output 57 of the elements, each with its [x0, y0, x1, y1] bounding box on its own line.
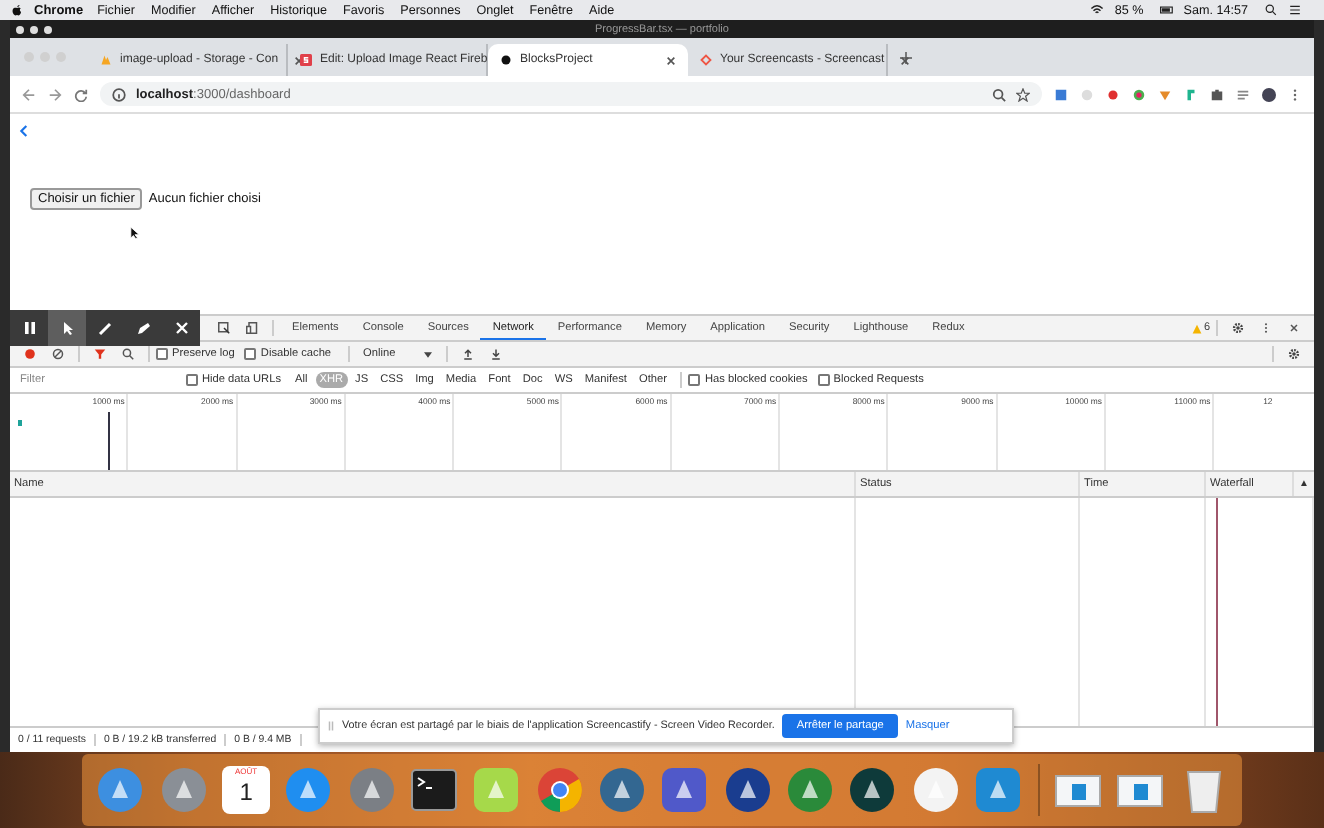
close-icon[interactable]: [900, 55, 911, 65]
search-icon[interactable]: [122, 348, 134, 360]
close-icon[interactable]: [1288, 322, 1300, 334]
mouse-cursor-icon: [130, 226, 140, 240]
settings-icon[interactable]: [1288, 348, 1300, 360]
checkbox[interactable]: [817, 374, 830, 386]
app-icon[interactable]: [598, 766, 647, 814]
plus-icon[interactable]: [900, 51, 912, 63]
settings-icon[interactable]: [1232, 322, 1244, 334]
pause-icon: [21, 320, 37, 336]
flame-icon: [100, 54, 112, 66]
reload-icon[interactable]: [74, 87, 88, 101]
list-icon[interactable]: [1288, 4, 1302, 16]
wifi-icon[interactable]: [1090, 4, 1105, 16]
pointer-tool-button[interactable]: [48, 310, 86, 346]
checkbox[interactable]: [156, 348, 168, 360]
back-chevron-icon[interactable]: [18, 124, 28, 138]
dot-icon: [500, 54, 512, 66]
upload-icon[interactable]: [461, 348, 474, 360]
app-icon[interactable]: [96, 766, 145, 814]
terminal-app-icon[interactable]: [410, 766, 459, 814]
app-icon[interactable]: [723, 766, 772, 814]
forward-arrow-icon[interactable]: [48, 87, 62, 101]
zoom-icon[interactable]: [992, 87, 1006, 101]
close-icon[interactable]: [666, 55, 676, 65]
load-marker: [108, 412, 110, 470]
record-icon[interactable]: [24, 348, 36, 360]
info-icon: [112, 87, 126, 101]
cast-icon: [700, 54, 712, 66]
inspect-icon[interactable]: [218, 322, 230, 334]
grip-icon[interactable]: [328, 720, 334, 732]
clear-icon[interactable]: [52, 348, 64, 360]
marker-icon: [135, 320, 151, 336]
app-icon[interactable]: [660, 766, 709, 814]
browser-app-icon[interactable]: [535, 766, 584, 814]
pointer-icon: [59, 320, 75, 336]
battery-icon[interactable]: [1159, 4, 1174, 16]
caret-icon: [423, 351, 432, 357]
checkbox[interactable]: [688, 374, 701, 386]
apple-icon[interactable]: [12, 4, 22, 16]
checkbox[interactable]: [186, 374, 198, 386]
checkbox[interactable]: [244, 348, 257, 360]
close-icon: [173, 320, 189, 336]
app-icon[interactable]: [786, 766, 835, 814]
device-icon[interactable]: [246, 322, 258, 334]
avatar-icon[interactable]: [1262, 87, 1276, 101]
more-icon[interactable]: [1288, 87, 1302, 101]
search-icon[interactable]: [1264, 4, 1278, 16]
back-arrow-icon[interactable]: [22, 87, 36, 101]
app-icon[interactable]: [911, 766, 960, 814]
pen-icon: [97, 320, 113, 336]
app-icon[interactable]: [848, 766, 897, 814]
close-icon[interactable]: [294, 55, 305, 65]
square-logo-icon: [300, 54, 312, 66]
download-icon[interactable]: [489, 348, 502, 360]
puzzle-icon[interactable]: [1210, 87, 1224, 101]
star-icon[interactable]: [1016, 87, 1030, 101]
